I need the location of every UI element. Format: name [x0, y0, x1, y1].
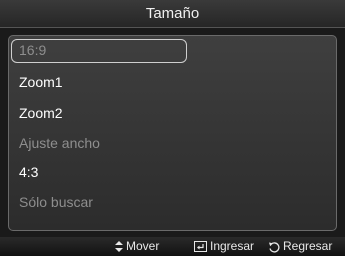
menu-title: Tamaño	[0, 0, 345, 28]
menu-item-solo-buscar: Sólo buscar	[19, 194, 93, 210]
menu-item-zoom1[interactable]: Zoom1	[9, 70, 63, 94]
menu-item-16-9[interactable]: 16:9	[11, 39, 187, 63]
osd-screen: Tamaño 16:9 Zoom1 Zoom2 Ajuste ancho 4:3…	[0, 0, 345, 256]
menu-item-4-3[interactable]: 4:3	[9, 160, 38, 184]
return-icon	[268, 241, 280, 253]
move-label: Mover	[126, 239, 160, 253]
enter-icon	[194, 241, 207, 252]
enter-label: Ingresar	[210, 239, 255, 253]
move-hint: Mover	[115, 237, 159, 256]
up-down-arrows-icon	[115, 241, 123, 252]
enter-hint: Ingresar	[194, 237, 254, 256]
menu-item-ajuste-ancho: Ajuste ancho	[19, 135, 100, 151]
menu-item-zoom2[interactable]: Zoom2	[9, 101, 63, 125]
navigation-help-bar: Mover Ingresar Regresar	[0, 237, 345, 256]
menu-panel: 16:9 Zoom1 Zoom2 Ajuste ancho 4:3 Sólo b…	[8, 35, 337, 231]
return-label: Regresar	[283, 239, 333, 253]
return-hint: Regresar	[268, 237, 332, 256]
